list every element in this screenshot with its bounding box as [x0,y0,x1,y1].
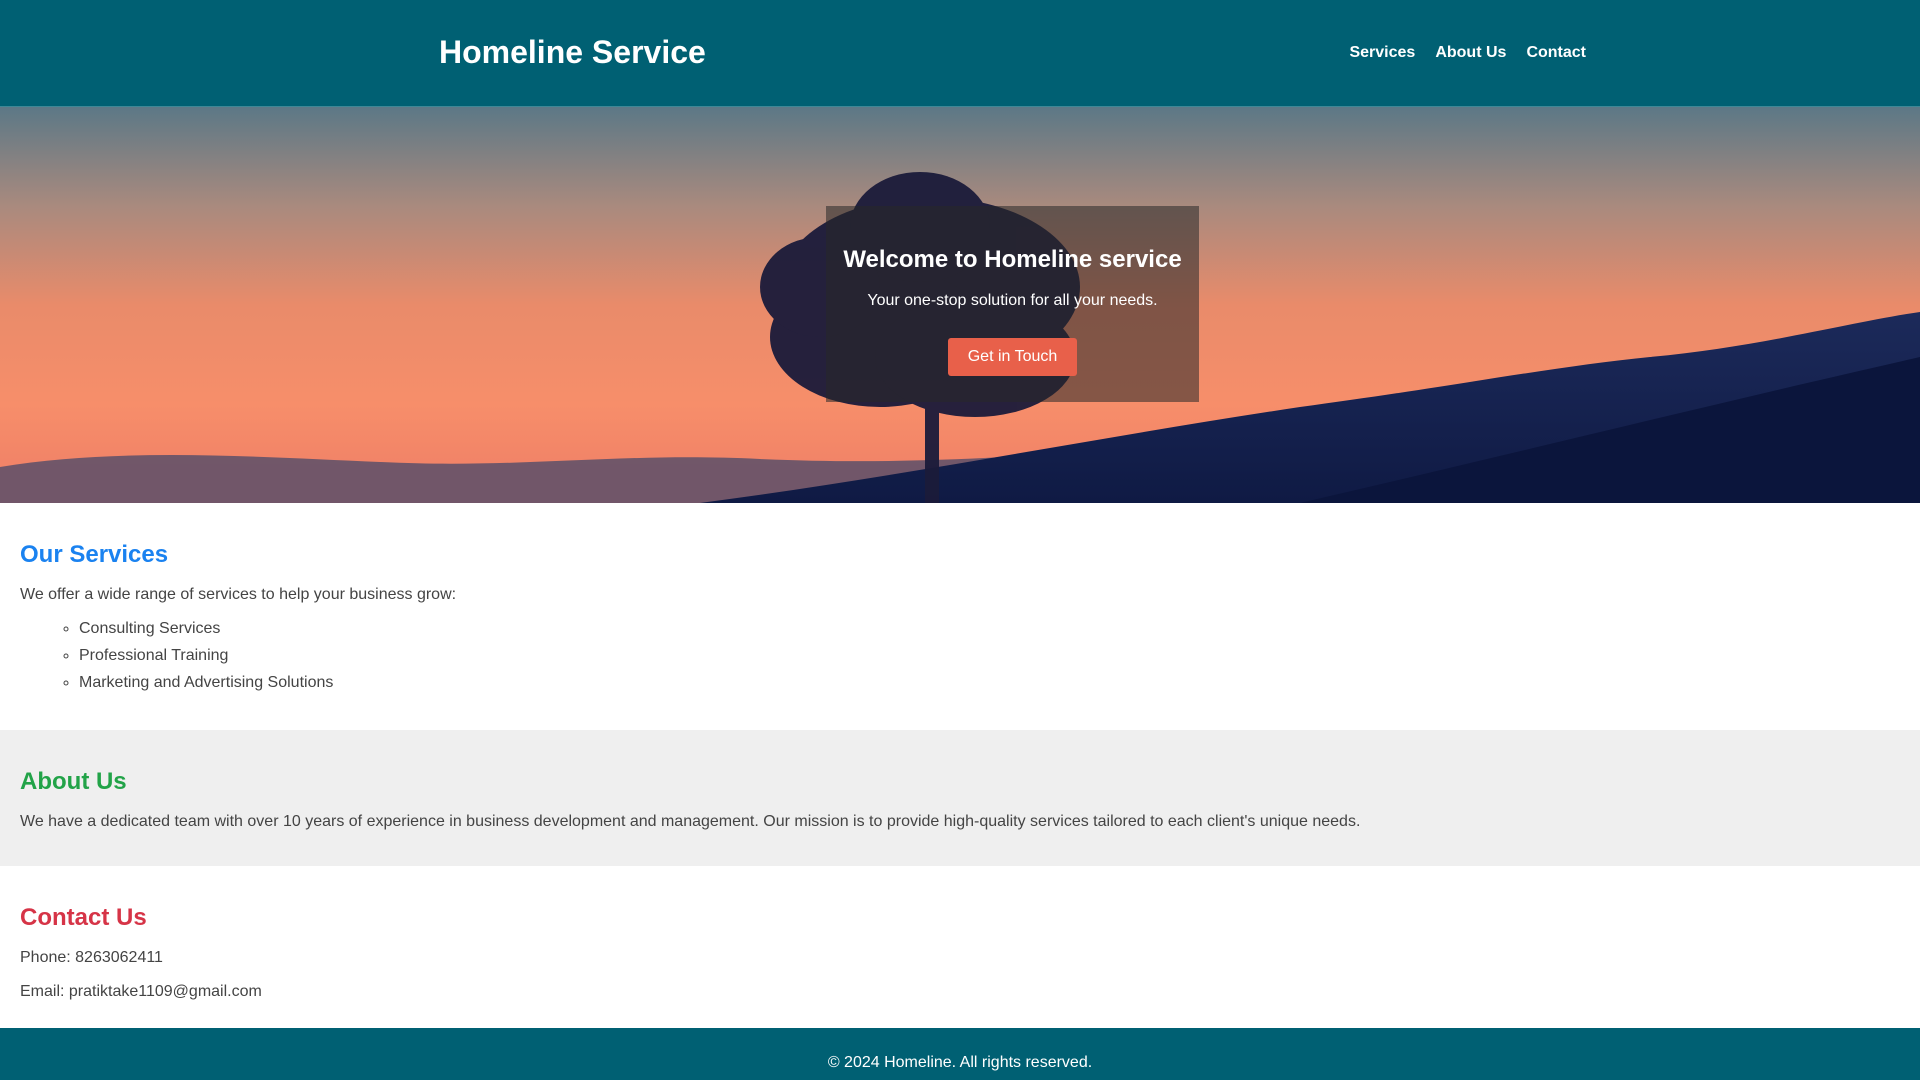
services-heading: Our Services [20,541,169,568]
about-text: We have a dedicated team with over 10 ye… [20,813,1361,830]
nav-link-contact[interactable]: Contact [1526,44,1586,62]
contact-phone: Phone: 8263062411 [20,949,163,966]
hero-card: Welcome to Homeline service Your one-sto… [826,206,1199,402]
services-list: Consulting Services Professional Trainin… [79,619,1900,693]
services-section: Our Services We offer a wide range of se… [0,503,1920,730]
list-item: Consulting Services [79,619,1900,639]
footer-copyright: © 2024 Homeline. All rights reserved. [827,1054,1093,1071]
contact-section: Contact Us Phone: 8263062411 Email: prat… [0,866,1920,1032]
get-in-touch-button[interactable]: Get in Touch [947,338,1078,376]
nav-link-about-us[interactable]: About Us [1435,44,1506,62]
contact-heading: Contact Us [20,904,147,931]
services-intro: We offer a wide range of services to hel… [20,586,457,603]
site-header: Homeline Service Services About Us Conta… [0,0,1920,107]
about-heading: About Us [20,768,127,795]
hero-banner: Welcome to Homeline service Your one-sto… [0,107,1920,503]
site-footer: © 2024 Homeline. All rights reserved. [0,1028,1920,1080]
main-nav: Services About Us Contact [1349,44,1586,62]
nav-link-services[interactable]: Services [1349,44,1415,62]
hero-subtitle: Your one-stop solution for all your need… [867,292,1158,309]
hero-title: Welcome to Homeline service [843,246,1182,273]
list-item: Professional Training [79,646,1900,666]
contact-email: Email: pratiktake1109@gmail.com [20,983,262,1000]
site-brand[interactable]: Homeline Service [439,34,706,71]
list-item: Marketing and Advertising Solutions [79,673,1900,693]
about-section: About Us We have a dedicated team with o… [0,730,1920,866]
